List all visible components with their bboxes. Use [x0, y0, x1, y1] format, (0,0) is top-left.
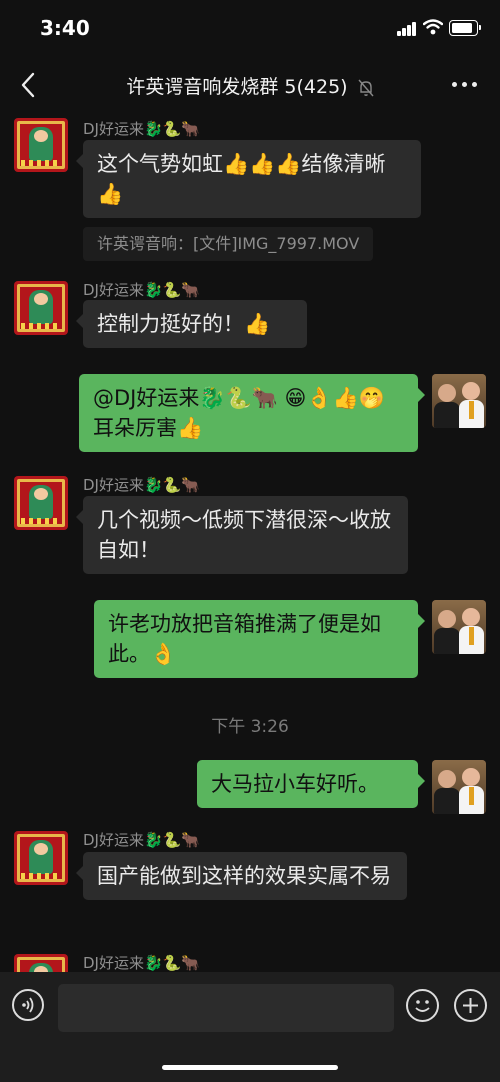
message-input[interactable]	[58, 984, 394, 1032]
message-bubble[interactable]: 控制力挺好的！👍	[76, 300, 307, 348]
group-name: 许英谔音响发烧群 5(425)	[126, 76, 348, 98]
sender-name: DJ好运来🐉🐍🐂	[83, 476, 201, 494]
sender-avatar[interactable]	[14, 118, 68, 172]
status-bar: 3:40	[0, 0, 500, 58]
quoted-file-reference[interactable]: 许英谔音响：[文件]IMG_7997.MOV	[83, 227, 374, 261]
battery-icon	[449, 20, 481, 36]
bell-muted-icon	[358, 79, 374, 96]
chat-title: 许英谔音响发烧群 5(425)	[90, 72, 410, 99]
message-bubble-outgoing[interactable]: 大马拉小车好听。	[197, 760, 425, 808]
home-indicator	[162, 1065, 338, 1070]
input-bar	[0, 972, 500, 1082]
message-bubble-outgoing[interactable]: 许老功放把音箱推满了便是如此。👌	[94, 600, 425, 678]
sender-name: DJ好运来🐉🐍🐂	[83, 120, 201, 138]
my-avatar[interactable]	[432, 760, 486, 814]
message-bubble[interactable]: 国产能做到这样的效果实属不易	[76, 852, 407, 900]
sender-avatar[interactable]	[14, 476, 68, 530]
message-bubble[interactable]: 这个气势如虹👍👍👍结像清晰👍	[76, 140, 421, 218]
voice-icon[interactable]	[12, 989, 44, 1021]
chevron-left-icon[interactable]	[14, 70, 44, 100]
message-bubble-outgoing[interactable]: @DJ好运来🐉🐍🐂 😁👌👍🤭耳朵厉害👍	[79, 374, 425, 452]
sender-avatar[interactable]	[14, 831, 68, 885]
message-bubble[interactable]: 几个视频～低频下潜很深～收放自如！	[76, 496, 408, 574]
chat-header: 许英谔音响发烧群 5(425)	[0, 58, 500, 112]
sender-name: DJ好运来🐉🐍🐂	[83, 831, 201, 849]
plus-icon[interactable]	[454, 989, 487, 1022]
status-time: 3:40	[40, 16, 90, 40]
more-dots-icon[interactable]	[452, 82, 478, 88]
sender-name: DJ好运来🐉🐍🐂	[83, 281, 201, 299]
emoji-icon[interactable]	[406, 989, 439, 1022]
wifi-icon	[423, 19, 443, 35]
my-avatar[interactable]	[432, 374, 486, 428]
message-timestamp: 下午 3:26	[211, 717, 289, 737]
cellular-signal-icon	[397, 22, 417, 36]
my-avatar[interactable]	[432, 600, 486, 654]
sender-name: DJ好运来🐉🐍🐂	[83, 954, 201, 972]
sender-avatar[interactable]	[14, 281, 68, 335]
